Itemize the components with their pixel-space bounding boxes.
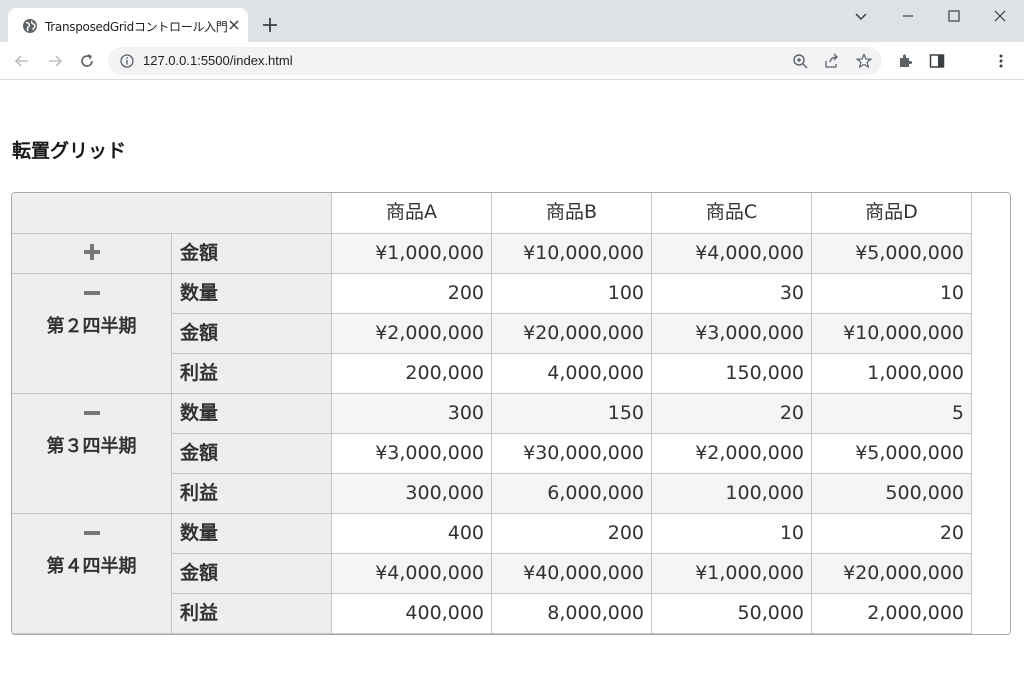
globe-icon xyxy=(23,19,37,33)
data-cell[interactable]: 10 xyxy=(652,514,812,554)
tab-search-icon[interactable] xyxy=(852,7,870,25)
data-cell[interactable]: 2,000,000 xyxy=(812,594,972,634)
data-cell[interactable]: ¥4,000,000 xyxy=(332,554,492,594)
data-cell[interactable]: 200 xyxy=(332,274,492,314)
data-cell[interactable]: ¥5,000,000 xyxy=(812,434,972,474)
data-cell[interactable]: 50,000 xyxy=(652,594,812,634)
data-cell[interactable]: ¥2,000,000 xyxy=(332,314,492,354)
row-header[interactable]: 利益 xyxy=(172,594,332,634)
data-cell[interactable]: 1,000,000 xyxy=(812,354,972,394)
data-cell[interactable]: 150 xyxy=(492,394,652,434)
data-cell[interactable]: ¥40,000,000 xyxy=(492,554,652,594)
row-header[interactable]: 数量 xyxy=(172,514,332,554)
row-header[interactable]: 金額 xyxy=(172,234,332,274)
tab-title: TransposedGridコントロール入門 xyxy=(45,20,228,34)
column-header[interactable]: 商品B xyxy=(492,193,652,234)
data-cell[interactable]: 100,000 xyxy=(652,474,812,514)
minimize-icon[interactable] xyxy=(899,7,917,25)
column-header[interactable]: 商品A xyxy=(332,193,492,234)
data-cell[interactable]: 400,000 xyxy=(332,594,492,634)
reload-icon[interactable] xyxy=(78,52,96,70)
data-cell[interactable]: 300,000 xyxy=(332,474,492,514)
data-cell[interactable]: ¥1,000,000 xyxy=(652,554,812,594)
window-close-icon[interactable] xyxy=(991,7,1009,25)
data-cell[interactable]: 500,000 xyxy=(812,474,972,514)
row-header[interactable]: 金額 xyxy=(172,434,332,474)
row-header[interactable]: 利益 xyxy=(172,354,332,394)
data-cell[interactable]: ¥2,000,000 xyxy=(652,434,812,474)
row-header[interactable]: 金額 xyxy=(172,314,332,354)
group-header[interactable]: 第３四半期 xyxy=(12,394,172,514)
data-cell[interactable]: ¥3,000,000 xyxy=(332,434,492,474)
data-cell[interactable]: 30 xyxy=(652,274,812,314)
browser-tab[interactable]: TransposedGridコントロール入門 xyxy=(8,8,248,42)
data-cell[interactable]: 400 xyxy=(332,514,492,554)
group-header[interactable] xyxy=(12,234,172,274)
back-icon[interactable] xyxy=(13,52,31,70)
data-cell[interactable]: ¥10,000,000 xyxy=(812,314,972,354)
browser-tabstrip: TransposedGridコントロール入門 xyxy=(0,0,1024,42)
group-header[interactable]: 第２四半期 xyxy=(12,274,172,394)
data-cell[interactable]: 20 xyxy=(812,514,972,554)
side-panel-icon[interactable] xyxy=(929,53,945,69)
page-title: 転置グリッド xyxy=(12,140,127,162)
zoom-icon[interactable] xyxy=(792,53,808,69)
column-header[interactable]: 商品C xyxy=(652,193,812,234)
collapse-minus-icon[interactable] xyxy=(82,523,102,543)
row-header[interactable]: 利益 xyxy=(172,474,332,514)
data-cell[interactable]: ¥3,000,000 xyxy=(652,314,812,354)
group-label: 第２四半期 xyxy=(46,316,137,337)
data-cell[interactable]: 6,000,000 xyxy=(492,474,652,514)
data-cell[interactable]: ¥20,000,000 xyxy=(492,314,652,354)
maximize-icon[interactable] xyxy=(945,7,963,25)
expand-plus-icon[interactable] xyxy=(82,242,102,262)
data-cell[interactable]: 200,000 xyxy=(332,354,492,394)
data-cell[interactable]: 5 xyxy=(812,394,972,434)
data-cell[interactable]: 200 xyxy=(492,514,652,554)
bookmark-star-icon[interactable] xyxy=(856,53,872,69)
share-icon[interactable] xyxy=(824,53,840,69)
data-cell[interactable]: ¥20,000,000 xyxy=(812,554,972,594)
row-header[interactable]: 数量 xyxy=(172,394,332,434)
new-tab-icon[interactable] xyxy=(260,15,280,35)
row-header[interactable]: 数量 xyxy=(172,274,332,314)
data-cell[interactable]: ¥4,000,000 xyxy=(652,234,812,274)
data-cell[interactable]: ¥5,000,000 xyxy=(812,234,972,274)
row-header[interactable]: 金額 xyxy=(172,554,332,594)
collapse-minus-icon[interactable] xyxy=(82,283,102,303)
address-bar[interactable]: 127.0.0.1:5500/index.html xyxy=(108,47,882,75)
close-tab-icon[interactable] xyxy=(226,17,242,33)
menu-kebab-icon[interactable] xyxy=(993,53,1009,69)
extensions-icon[interactable] xyxy=(897,53,913,69)
data-cell[interactable]: ¥1,000,000 xyxy=(332,234,492,274)
data-cell[interactable]: 100 xyxy=(492,274,652,314)
info-icon[interactable] xyxy=(120,54,134,68)
data-cell[interactable]: 10 xyxy=(812,274,972,314)
data-cell[interactable]: 8,000,000 xyxy=(492,594,652,634)
data-cell[interactable]: 300 xyxy=(332,394,492,434)
forward-icon[interactable] xyxy=(46,52,64,70)
collapse-minus-icon[interactable] xyxy=(82,403,102,423)
group-label: 第３四半期 xyxy=(46,436,137,457)
url-text: 127.0.0.1:5500/index.html xyxy=(143,53,293,68)
column-header[interactable]: 商品D xyxy=(812,193,972,234)
browser-toolbar: 127.0.0.1:5500/index.html xyxy=(0,42,1024,80)
group-header[interactable]: 第４四半期 xyxy=(12,514,172,634)
data-cell[interactable]: ¥30,000,000 xyxy=(492,434,652,474)
transposed-grid[interactable]: 商品A 商品B 商品C 商品D 金額 ¥1,000,000 ¥10,000,000 ¥4,00… xyxy=(11,192,1011,635)
data-cell[interactable]: 20 xyxy=(652,394,812,434)
data-cell[interactable]: 150,000 xyxy=(652,354,812,394)
data-cell[interactable]: 4,000,000 xyxy=(492,354,652,394)
grid-top-left-header xyxy=(12,193,332,234)
data-cell[interactable]: ¥10,000,000 xyxy=(492,234,652,274)
group-label: 第４四半期 xyxy=(46,556,137,577)
